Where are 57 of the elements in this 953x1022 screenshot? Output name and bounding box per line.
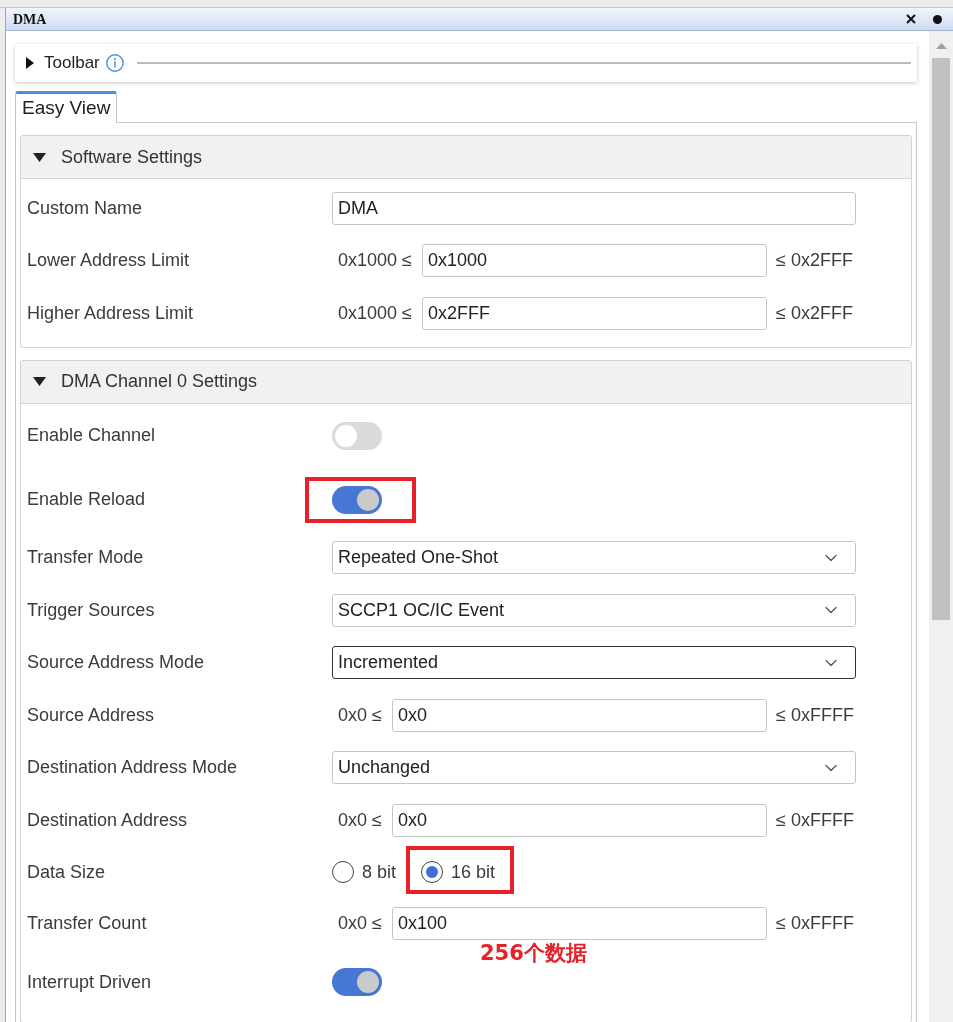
- radio-button[interactable]: [332, 861, 354, 883]
- scrollbar[interactable]: [929, 31, 953, 1022]
- tab[interactable]: Easy View: [15, 91, 118, 123]
- input-field[interactable]: 0x100: [391, 907, 767, 941]
- dot-icon[interactable]: [933, 14, 942, 24]
- range-max-label: ≤ 0x2FFF: [776, 249, 853, 273]
- dropdown[interactable]: Repeated One-Shot: [332, 541, 856, 575]
- field-label: Trigger Sources: [27, 598, 156, 622]
- field-label: Higher Address Limit: [27, 301, 195, 325]
- dropdown[interactable]: SCCP1 OC/IC Event: [332, 593, 856, 627]
- dropdown[interactable]: Unchanged: [332, 751, 856, 785]
- caret-down-icon[interactable]: [33, 377, 46, 386]
- field-label: Enable Channel: [27, 424, 157, 447]
- range-min-label: 0x0 ≤: [337, 808, 383, 832]
- caret-down-icon[interactable]: [33, 152, 46, 162]
- annotation-text: 256个数据: [480, 941, 587, 964]
- range-min-label: 0x1000 ≤: [337, 301, 413, 325]
- field-label: Interrupt Driven: [27, 970, 153, 994]
- range-max-label: ≤ 0x2FFF: [776, 301, 853, 325]
- field-label: Source Address: [27, 703, 156, 727]
- section-header[interactable]: Software Settings: [21, 136, 911, 179]
- section-header[interactable]: DMA Channel 0 Settings: [21, 360, 911, 404]
- input-field[interactable]: 0x0: [391, 803, 767, 837]
- input-field[interactable]: DMA: [332, 191, 856, 225]
- field-label: Destination Address: [27, 808, 189, 832]
- dropdown[interactable]: Incremented: [332, 646, 856, 680]
- field-label: Transfer Mode: [27, 546, 145, 570]
- radio-label: 8 bit: [362, 860, 397, 884]
- section-title: DMA Channel 0 Settings: [61, 370, 258, 393]
- toolbar-label[interactable]: Toolbar: [44, 50, 100, 76]
- range-min-label: 0x0 ≤: [337, 703, 383, 727]
- range-max-label: ≤ 0xFFFF: [776, 912, 854, 936]
- input-field[interactable]: 0x2FFF: [421, 296, 767, 330]
- window-title: DMA: [13, 10, 48, 29]
- field-label: Lower Address Limit: [27, 249, 191, 273]
- radio-label: 16 bit: [451, 860, 496, 884]
- toggle-switch[interactable]: [332, 485, 382, 514]
- section-title: Software Settings: [61, 145, 203, 169]
- info-icon[interactable]: [105, 54, 124, 72]
- field-label: Transfer Count: [27, 912, 148, 936]
- field-label: Custom Name: [27, 196, 144, 220]
- field-label: Destination Address Mode: [27, 756, 239, 780]
- range-min-label: 0x1000 ≤: [337, 249, 413, 273]
- range-max-label: ≤ 0xFFFF: [776, 808, 854, 832]
- input-field[interactable]: 0x0: [391, 698, 767, 732]
- range-min-label: 0x0 ≤: [337, 912, 383, 936]
- field-label: Data Size: [27, 860, 107, 884]
- toggle-switch[interactable]: [332, 421, 382, 450]
- radio-button[interactable]: [421, 861, 444, 883]
- field-label: Enable Reload: [27, 488, 147, 511]
- close-icon[interactable]: [906, 14, 916, 24]
- input-field[interactable]: 0x1000: [421, 244, 767, 278]
- field-label: Source Address Mode: [27, 651, 206, 675]
- caret-right-icon[interactable]: [26, 57, 34, 69]
- toggle-switch[interactable]: [332, 968, 382, 996]
- scrollbar-thumb[interactable]: [932, 58, 950, 620]
- range-max-label: ≤ 0xFFFF: [776, 703, 854, 727]
